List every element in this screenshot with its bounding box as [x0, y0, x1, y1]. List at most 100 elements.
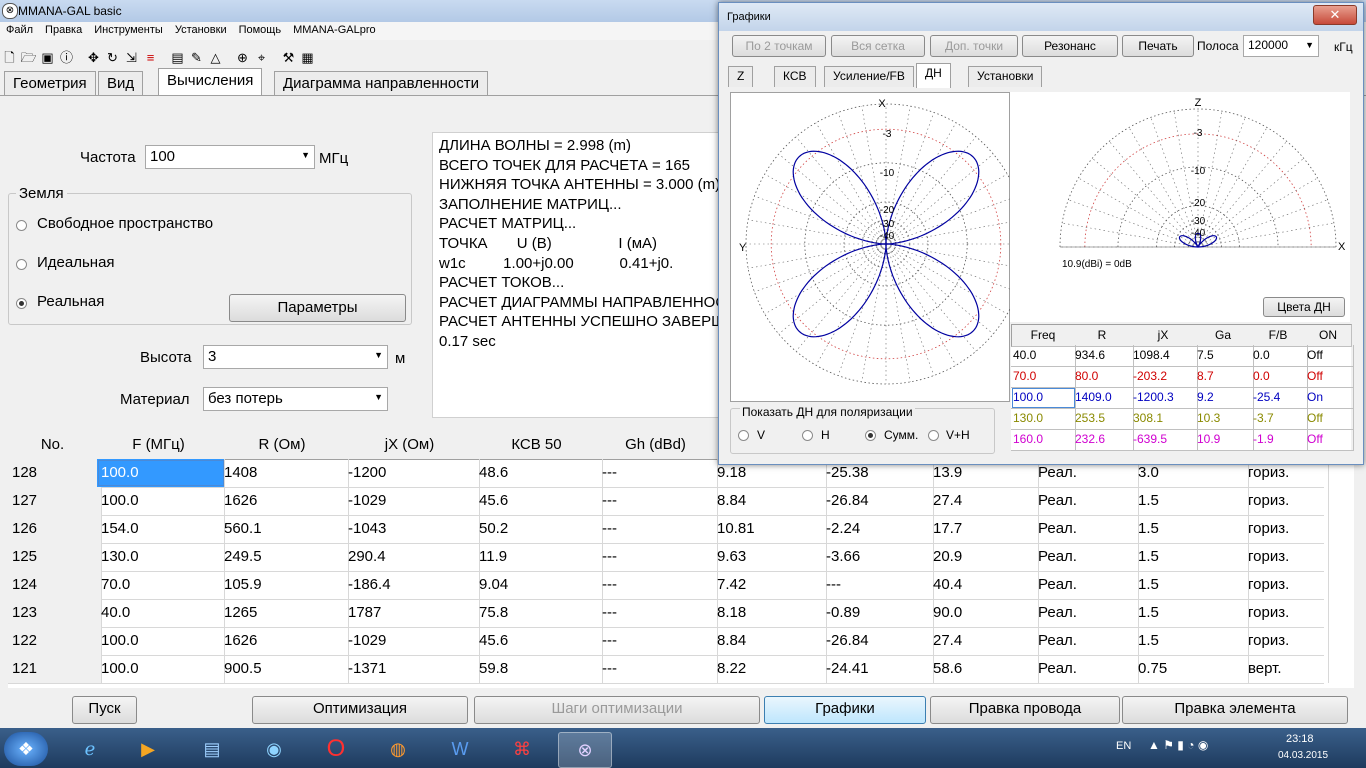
- triangle-icon[interactable]: △: [206, 48, 225, 68]
- pol-sum-radio[interactable]: [865, 430, 876, 441]
- freq-table-cell[interactable]: 70.0: [1011, 366, 1076, 388]
- table-cell[interactable]: 124: [8, 571, 102, 599]
- table-cell[interactable]: 1.5: [1134, 599, 1249, 627]
- table-cell[interactable]: 10.81: [713, 515, 827, 543]
- table-cell[interactable]: 1.5: [1134, 487, 1249, 515]
- freq-table-cell[interactable]: Off: [1305, 429, 1354, 451]
- freq-table-cell[interactable]: -1200.3: [1131, 387, 1198, 409]
- table-cell[interactable]: 45.6: [475, 487, 603, 515]
- table-cell[interactable]: 122: [8, 627, 102, 655]
- word-icon[interactable]: W: [434, 732, 486, 766]
- optimize-steps-button[interactable]: Шаги оптимизации: [474, 696, 760, 724]
- table-cell[interactable]: -2.24: [822, 515, 934, 543]
- stretch-icon[interactable]: ⇲: [122, 48, 141, 68]
- table-cell[interactable]: гориз.: [1244, 543, 1329, 571]
- table-cell[interactable]: гориз.: [1244, 515, 1329, 543]
- edit-wire-button[interactable]: Правка провода: [930, 696, 1120, 724]
- gtab-z[interactable]: Z: [728, 66, 754, 87]
- table-cell[interactable]: 58.6: [929, 655, 1039, 683]
- close-icon[interactable]: ✕: [1313, 5, 1357, 25]
- wire-icon[interactable]: ≡: [141, 48, 160, 68]
- table-cell[interactable]: гориз.: [1244, 571, 1329, 599]
- edit-element-button[interactable]: Правка элемента: [1122, 696, 1348, 724]
- menu-tools[interactable]: Инструменты: [88, 22, 169, 38]
- move-icon[interactable]: ✥: [84, 48, 103, 68]
- freq-table-cell[interactable]: 40.0: [1011, 345, 1076, 367]
- table-cell[interactable]: 20.9: [929, 543, 1039, 571]
- resonance-button[interactable]: Резонанс: [1022, 35, 1118, 57]
- full-grid-button[interactable]: Вся сетка: [831, 35, 925, 57]
- column-header[interactable]: Gh (dBd): [598, 431, 714, 460]
- calculator-icon[interactable]: ▦: [298, 48, 317, 68]
- table-cell[interactable]: ---: [598, 599, 718, 627]
- tab-view[interactable]: Вид: [98, 71, 144, 95]
- table-cell[interactable]: гориз.: [1244, 487, 1329, 515]
- ground-real-radio[interactable]: [16, 298, 27, 309]
- table-cell[interactable]: 48.6: [475, 459, 603, 487]
- freq-table-cell[interactable]: 1409.0: [1073, 387, 1134, 409]
- table-cell[interactable]: 100.0: [97, 487, 225, 515]
- freq-table-cell[interactable]: Off: [1305, 345, 1354, 367]
- results-table[interactable]: No. F (МГц) R (Ом) jX (Ом) КСВ 50 Gh (dBd) 128…: [8, 431, 1354, 688]
- table-cell[interactable]: 75.8: [475, 599, 603, 627]
- table-cell[interactable]: ---: [822, 571, 934, 599]
- table-cell[interactable]: -1043: [344, 515, 480, 543]
- table-cell[interactable]: 27.4: [929, 487, 1039, 515]
- pol-vh-label[interactable]: V+H: [946, 428, 970, 442]
- document-icon[interactable]: ▤: [168, 48, 187, 68]
- table-cell[interactable]: 7.42: [713, 571, 827, 599]
- table-cell[interactable]: 40.0: [97, 599, 225, 627]
- table-cell[interactable]: -0.89: [822, 599, 934, 627]
- column-header[interactable]: jX (Ом): [344, 431, 476, 460]
- table-cell[interactable]: 8.84: [713, 487, 827, 515]
- menu-edit[interactable]: Правка: [39, 22, 88, 38]
- table-cell[interactable]: 1.5: [1134, 571, 1249, 599]
- skype-icon[interactable]: ◉: [248, 732, 300, 766]
- table-cell[interactable]: -24.41: [822, 655, 934, 683]
- table-row[interactable]: 121 100.0 900.5 -1371 59.8 --- 8.22 -24.41 58.6 Р…: [8, 655, 1329, 684]
- table-cell[interactable]: верт.: [1244, 655, 1329, 683]
- pol-vh-radio[interactable]: [928, 430, 939, 441]
- table-cell[interactable]: 128: [8, 459, 102, 487]
- gtab-gain[interactable]: Усиление/FB: [824, 66, 914, 87]
- pol-v-label[interactable]: V: [757, 428, 765, 442]
- run-button[interactable]: Пуск: [72, 696, 137, 724]
- freq-table-cell[interactable]: 934.6: [1073, 345, 1134, 367]
- ground-free-radio[interactable]: [16, 220, 27, 231]
- table-cell[interactable]: 127: [8, 487, 102, 515]
- freq-table-cell[interactable]: 80.0: [1073, 366, 1134, 388]
- frequency-table[interactable]: Freq RjX Ga F/B ON 40.0 934.6 1098.4 7.5 0.0 Off 70…: [1011, 324, 1354, 451]
- menu-settings[interactable]: Установки: [169, 22, 233, 38]
- table-cell[interactable]: 1787: [344, 599, 480, 627]
- ground-free-label[interactable]: Свободное пространство: [37, 215, 213, 232]
- media-player-icon[interactable]: ▶: [122, 732, 174, 766]
- save-icon[interactable]: ▣: [38, 48, 57, 68]
- freq-table-cell[interactable]: 10.9: [1195, 429, 1254, 451]
- table-cell[interactable]: 27.4: [929, 627, 1039, 655]
- table-cell[interactable]: 249.5: [220, 543, 349, 571]
- info-icon[interactable]: ⓘ: [57, 48, 76, 68]
- table-cell[interactable]: 0.75: [1134, 655, 1249, 683]
- table-row[interactable]: 123 40.0 1265 1787 75.8 --- 8.18 -0.89 90.0 Реал.…: [8, 599, 1329, 628]
- gtab-swr[interactable]: КСВ: [774, 66, 816, 87]
- table-cell[interactable]: ---: [598, 655, 718, 683]
- freq-column-header[interactable]: Ga: [1195, 324, 1252, 347]
- table-cell[interactable]: 9.63: [713, 543, 827, 571]
- table-cell[interactable]: ---: [598, 459, 718, 487]
- table-cell[interactable]: 121: [8, 655, 102, 683]
- table-cell[interactable]: -3.66: [822, 543, 934, 571]
- table-cell[interactable]: Реал.: [1034, 655, 1139, 683]
- height-combo[interactable]: 3 ▼: [203, 345, 388, 369]
- column-header[interactable]: КСВ 50: [475, 431, 599, 460]
- table-cell[interactable]: -1029: [344, 627, 480, 655]
- table-cell[interactable]: 17.7: [929, 515, 1039, 543]
- table-cell[interactable]: 90.0: [929, 599, 1039, 627]
- column-header[interactable]: No.: [8, 431, 98, 460]
- freq-table-cell[interactable]: 100.0: [1011, 387, 1076, 409]
- freq-table-cell[interactable]: 253.5: [1073, 408, 1134, 430]
- pol-sum-label[interactable]: Сумм.: [884, 428, 918, 442]
- material-combo[interactable]: без потерь ▼: [203, 387, 388, 411]
- table-cell[interactable]: 50.2: [475, 515, 603, 543]
- table-cell[interactable]: 1.5: [1134, 515, 1249, 543]
- table-cell[interactable]: -1371: [344, 655, 480, 683]
